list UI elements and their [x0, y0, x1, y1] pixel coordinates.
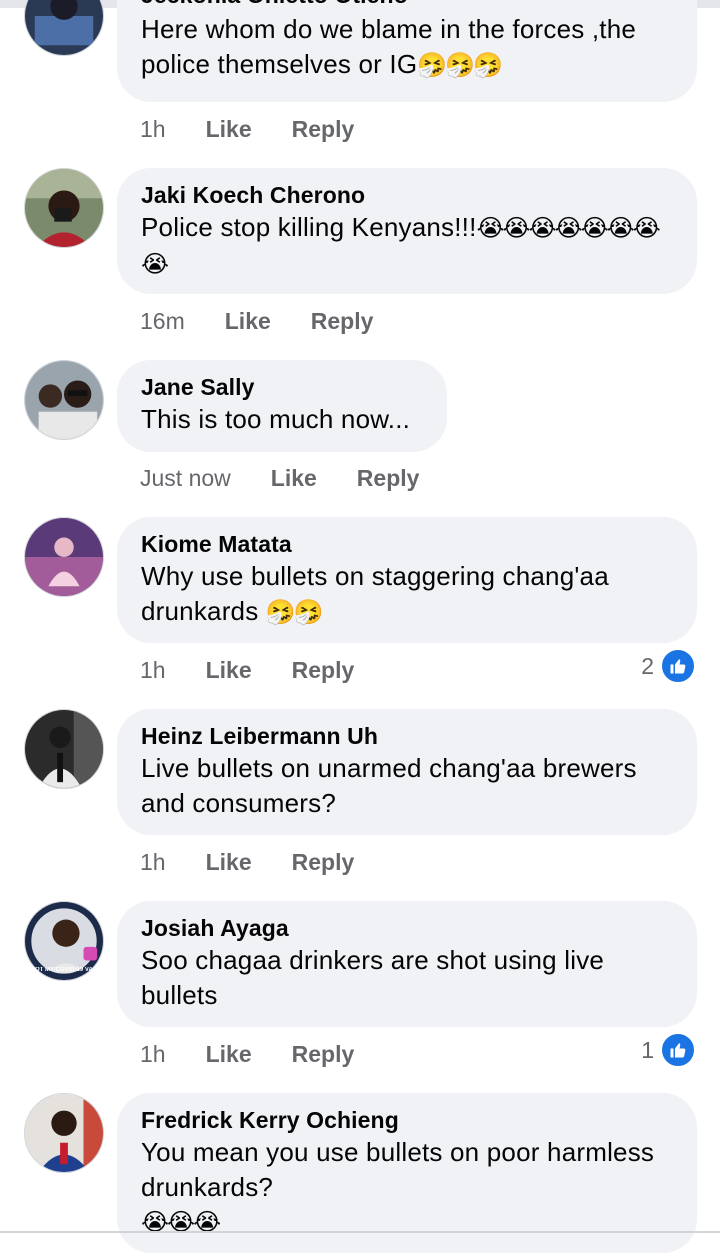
comment-time: 1h — [140, 848, 166, 875]
comment-time: 16m — [140, 307, 185, 334]
avatar-frame-text: I GOT MY COVID-19 VACCINE — [27, 967, 101, 973]
comment-body: Police stop killing Kenyans!!! — [141, 212, 477, 242]
like-button[interactable]: Like — [271, 465, 317, 492]
avatar[interactable] — [24, 517, 104, 597]
comment-body: You mean you use bullets on poor harmles… — [141, 1137, 655, 1202]
emoji: 😭😭😭 — [141, 1208, 221, 1236]
avatar[interactable] — [24, 0, 104, 56]
reply-button[interactable]: Reply — [292, 849, 355, 876]
avatar[interactable] — [24, 709, 104, 789]
comment-actions: 1h Like Reply — [140, 653, 354, 687]
reaction-count[interactable]: 1 — [641, 1032, 696, 1068]
like-button[interactable]: Like — [206, 657, 252, 684]
comment-time: 1h — [140, 656, 166, 683]
comment-bubble: Fredrick Kerry Ochieng You mean you use … — [117, 1093, 697, 1253]
comment-body: This is too much now... — [141, 404, 411, 434]
comment-author[interactable]: Fredrick Kerry Ochieng — [141, 1105, 673, 1135]
comment-text: This is too much now... — [141, 402, 423, 437]
comment-text: Here whom do we blame in the forces ,the… — [141, 12, 673, 83]
comment-bubble: Jaki Koech Cherono Police stop killing K… — [117, 168, 697, 294]
comment-actions: 1h Like Reply — [140, 1037, 354, 1071]
reply-button[interactable]: Reply — [311, 308, 374, 335]
comment-text: Why use bullets on staggering chang'aa d… — [141, 559, 673, 630]
comment-body: Here whom do we blame in the forces ,the… — [141, 14, 637, 79]
like-button[interactable]: Like — [206, 849, 252, 876]
comment-text: Live bullets on unarmed chang'aa brewers… — [141, 751, 673, 821]
comment-author[interactable]: Kiome Matata — [141, 529, 673, 559]
emoji: 🤧🤧 — [265, 598, 324, 626]
comment-author[interactable]: Heinz Leibermann Uh — [141, 721, 673, 751]
comment-author[interactable]: Jaki Koech Cherono — [141, 180, 673, 210]
comment-actions: 1h Like Reply — [140, 112, 354, 146]
comment-actions: 1h Like Reply — [140, 845, 354, 879]
comment-author[interactable]: Jane Sally — [141, 372, 423, 402]
reply-button[interactable]: Reply — [292, 116, 355, 143]
like-button[interactable]: Like — [206, 116, 252, 143]
comment-time: Just now — [140, 464, 231, 491]
comment-text: Police stop killing Kenyans!!!😭😭😭😭😭😭😭😭 — [141, 210, 673, 282]
reaction-count-label: 1 — [641, 1036, 654, 1063]
comment-author[interactable]: Jeckonia Onietto Otieno — [141, 0, 673, 10]
like-button[interactable]: Like — [206, 1041, 252, 1068]
emoji: 🤧🤧🤧 — [417, 51, 503, 79]
comment-bubble: Heinz Leibermann Uh Live bullets on unar… — [117, 709, 697, 835]
comment-author[interactable]: Josiah Ayaga — [141, 913, 673, 943]
comment-body: Live bullets on unarmed chang'aa brewers… — [141, 753, 637, 818]
thumbs-up-icon — [660, 1032, 696, 1068]
comment-actions: 16m Like Reply — [140, 304, 373, 338]
comment-text: You mean you use bullets on poor harmles… — [141, 1135, 673, 1240]
comment-body: Why use bullets on staggering chang'aa d… — [141, 561, 609, 626]
comment-time: 1h — [140, 115, 166, 142]
comment-body: Soo chagaa drinkers are shot using live … — [141, 945, 605, 1010]
avatar[interactable] — [24, 360, 104, 440]
avatar[interactable] — [24, 1093, 104, 1173]
comment-bubble: Jeckonia Onietto Otieno Here whom do we … — [117, 0, 697, 102]
like-button[interactable]: Like — [225, 308, 271, 335]
comment-bubble: Jane Sally This is too much now... — [117, 360, 447, 452]
reaction-count-label: 2 — [641, 652, 654, 679]
comment-text: Soo chagaa drinkers are shot using live … — [141, 943, 673, 1013]
reply-button[interactable]: Reply — [357, 465, 420, 492]
thumbs-up-icon — [660, 648, 696, 684]
comment-bubble: Kiome Matata Why use bullets on staggeri… — [117, 517, 697, 643]
reply-button[interactable]: Reply — [292, 657, 355, 684]
reply-button[interactable]: Reply — [292, 1041, 355, 1068]
comment-actions: Just now Like Reply — [140, 461, 419, 495]
comment-bubble: Josiah Ayaga Soo chagaa drinkers are sho… — [117, 901, 697, 1027]
reaction-count[interactable]: 2 — [641, 648, 696, 684]
avatar[interactable] — [24, 168, 104, 248]
comment-time: 1h — [140, 1040, 166, 1067]
